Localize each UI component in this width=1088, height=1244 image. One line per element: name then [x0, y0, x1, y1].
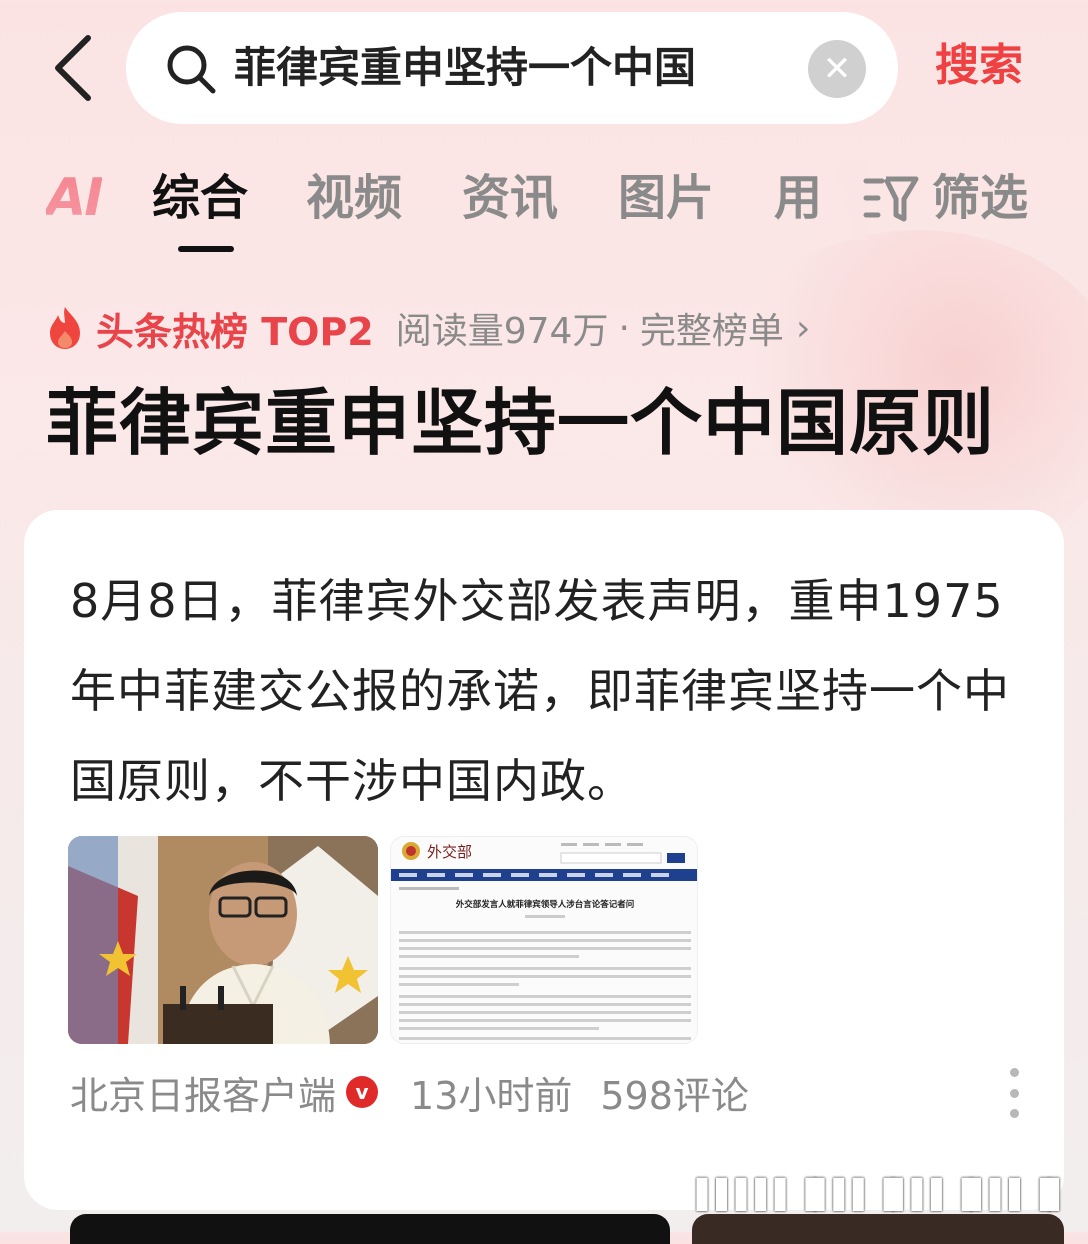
hot-rank-label: 头条热榜 TOP2	[96, 309, 374, 354]
article-card[interactable]: 8月8日，菲律宾外交部发表声明，重申1975年中菲建交公报的承诺，即菲律宾坚持一…	[24, 510, 1064, 1210]
tab-video[interactable]: 视频	[306, 160, 402, 236]
tab-images[interactable]: 图片	[618, 160, 714, 236]
filter-button[interactable]: 筛选	[862, 160, 1028, 236]
search-box[interactable]: 菲律宾重申坚持一个中国 ✕	[126, 12, 898, 124]
article-screenshot-doc[interactable]: 外交部 外交部发言人就菲律宾领导人涉台言论答记者问	[390, 836, 698, 1044]
watermark-logo: ▌▌▌▌▌▐▌▌▌▐▌▌▌▐▌▌▌▐▌	[696, 1178, 1070, 1211]
more-dots-icon	[1009, 1068, 1019, 1077]
search-button[interactable]: 搜索	[935, 34, 1023, 98]
clear-search-button[interactable]: ✕	[808, 40, 866, 98]
topic-title[interactable]: 菲律宾重申坚持一个中国原则	[46, 378, 995, 468]
doc-logo-text: 外交部	[427, 843, 472, 861]
read-count: 阅读量974万	[395, 311, 609, 352]
comment-count[interactable]: 598评论	[600, 1065, 749, 1120]
tab-news[interactable]: 资讯	[462, 160, 558, 236]
chevron-right-icon: ›	[795, 307, 811, 349]
verified-badge-icon: v	[346, 1076, 379, 1108]
tab-users[interactable]: 用	[774, 160, 822, 236]
next-result-card[interactable]	[70, 1214, 670, 1244]
speaker-photo	[68, 836, 378, 1044]
search-icon	[167, 45, 216, 94]
full-list-link[interactable]: 完整榜单	[640, 302, 784, 354]
filter-label: 筛选	[932, 170, 1029, 226]
active-tab-indicator	[178, 246, 234, 252]
filter-icon	[863, 176, 919, 222]
separator-dot: ·	[618, 307, 630, 349]
more-dot	[1009, 1109, 1019, 1118]
source-name[interactable]: 北京日报客户端	[70, 1065, 336, 1120]
tab-all[interactable]: 综合	[152, 160, 248, 236]
back-button[interactable]	[44, 32, 108, 104]
chevron-left-icon	[55, 35, 91, 101]
flame-icon	[50, 307, 80, 349]
article-photo-speaker[interactable]	[68, 836, 378, 1044]
search-input[interactable]: 菲律宾重申坚持一个中国	[234, 32, 794, 104]
doc-headline: 外交部发言人就菲律宾领导人涉台言论答记者问	[455, 899, 635, 910]
document-screenshot: 外交部 外交部发言人就菲律宾领导人涉台言论答记者问	[391, 837, 697, 1043]
more-dot	[1009, 1088, 1019, 1098]
article-meta: 北京日报客户端 v 13小时前 598评论	[70, 1062, 749, 1122]
hot-list-line[interactable]: 头条热榜 TOP2 阅读量974万 · 完整榜单 ›	[46, 298, 810, 358]
close-icon: ✕	[822, 49, 852, 89]
tab-fade	[820, 160, 868, 240]
next-result-card[interactable]	[692, 1214, 1064, 1244]
tab-ai[interactable]: AI	[46, 160, 104, 236]
publish-time: 13小时前	[410, 1073, 573, 1118]
article-summary[interactable]: 8月8日，菲律宾外交部发表声明，重申1975年中菲建交公报的承诺，即菲律宾坚持一…	[70, 556, 1010, 826]
more-options-button[interactable]	[1002, 1068, 1026, 1118]
